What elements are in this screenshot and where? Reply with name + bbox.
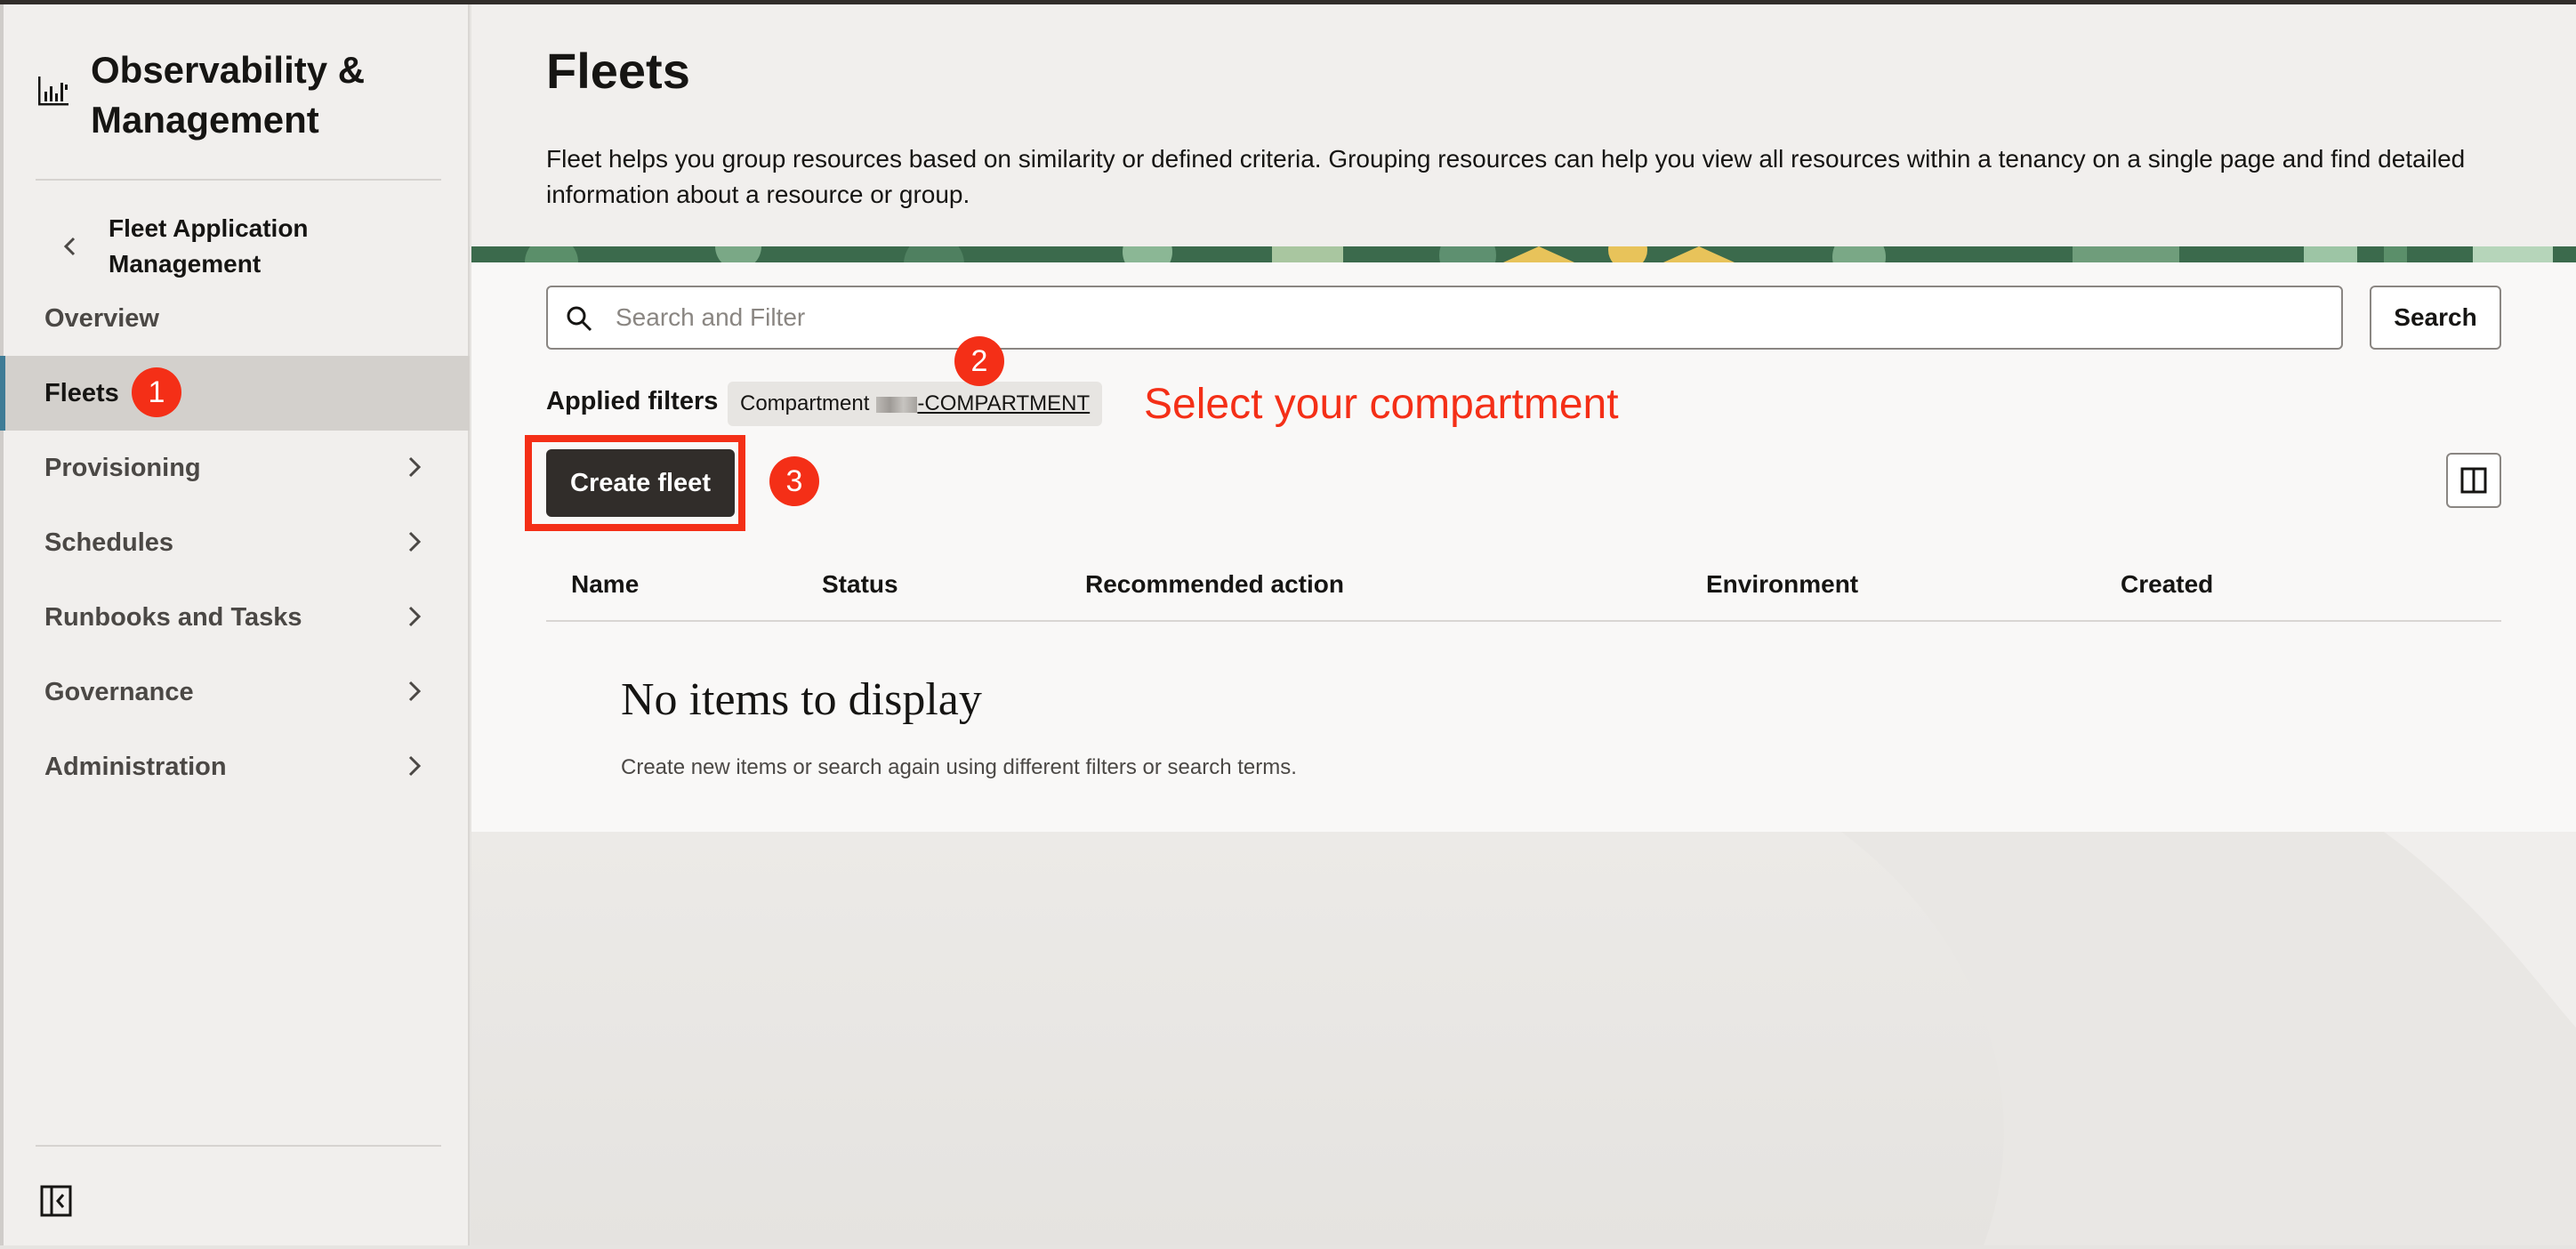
- columns-icon: [2460, 467, 2487, 494]
- column-header-name[interactable]: Name: [571, 570, 639, 599]
- sidebar-item-label: Overview: [44, 304, 159, 333]
- collapse-sidebar-icon[interactable]: [39, 1184, 73, 1218]
- search-icon: [567, 306, 592, 332]
- redacted-text: [876, 396, 918, 413]
- create-fleet-button[interactable]: Create fleet: [546, 449, 735, 517]
- search-button[interactable]: Search: [2370, 286, 2501, 350]
- column-header-environment[interactable]: Environment: [1706, 570, 1858, 599]
- sidebar: Observability & Management Fleet Applica…: [0, 4, 470, 1245]
- chevron-right-icon: [408, 531, 422, 552]
- sidebar-item-provisioning[interactable]: Provisioning: [4, 431, 470, 505]
- sidebar-item-runbooks-and-tasks[interactable]: Runbooks and Tasks: [4, 580, 470, 655]
- divider: [36, 1145, 441, 1147]
- column-header-status[interactable]: Status: [822, 570, 898, 599]
- decorative-background: [471, 832, 2576, 1245]
- sidebar-item-schedules[interactable]: Schedules: [4, 505, 470, 580]
- chevron-right-icon: [408, 606, 422, 627]
- sidebar-item-label: Provisioning: [44, 454, 201, 482]
- main-content: Fleets Fleet helps you group resources b…: [471, 4, 2576, 1245]
- annotation-marker-1: 1: [132, 367, 181, 417]
- chevron-right-icon: [408, 755, 422, 777]
- sidebar-item-overview[interactable]: Overview: [4, 281, 470, 356]
- sidebar-item-governance[interactable]: Governance: [4, 655, 470, 729]
- page-header: Fleets Fleet helps you group resources b…: [471, 4, 2576, 246]
- annotation-marker-2: 2: [954, 336, 1004, 386]
- chevron-right-icon: [408, 681, 422, 702]
- page-title: Fleets: [546, 43, 690, 99]
- search-placeholder: Search and Filter: [616, 303, 806, 331]
- compartment-filter-chip[interactable]: Compartment -COMPARTMENT: [728, 382, 1103, 426]
- sidebar-item-fleets[interactable]: Fleets: [0, 356, 470, 431]
- empty-state-title: No items to display: [621, 674, 982, 725]
- sidebar-item-label: Runbooks and Tasks: [44, 603, 302, 632]
- back-label: Fleet Application Management: [109, 214, 309, 278]
- filter-chip-value-text: -COMPARTMENT: [917, 391, 1091, 415]
- sidebar-item-label: Administration: [44, 753, 227, 781]
- column-header-recommended-action[interactable]: Recommended action: [1085, 570, 1344, 599]
- annotation-marker-3: 3: [769, 456, 819, 506]
- sidebar-item-label: Fleets: [44, 379, 119, 407]
- chevron-right-icon: [408, 456, 422, 478]
- column-layout-toggle[interactable]: [2446, 453, 2501, 508]
- annotation-callout: Select your compartment: [1144, 381, 1619, 428]
- sidebar-item-administration[interactable]: Administration: [4, 729, 470, 804]
- table-header: Name Status Recommended action Environme…: [546, 556, 2501, 622]
- chart-icon: [38, 77, 68, 106]
- divider: [36, 179, 441, 181]
- decorative-banner: [471, 246, 2576, 262]
- brand-title: Observability & Management: [91, 49, 366, 141]
- applied-filters-label: Applied filters: [546, 387, 719, 415]
- empty-state-message: Create new items or search again using d…: [621, 755, 1297, 779]
- filter-chip-value[interactable]: -COMPARTMENT: [876, 391, 1090, 415]
- column-header-created[interactable]: Created: [2121, 570, 2213, 599]
- chevron-left-icon: [63, 237, 76, 256]
- page-description: Fleet helps you group resources based on…: [546, 145, 2466, 208]
- filter-chip-key: Compartment: [740, 391, 870, 415]
- sidebar-item-label: Schedules: [44, 528, 174, 557]
- sidebar-item-label: Governance: [44, 678, 194, 706]
- search-input[interactable]: Search and Filter: [546, 286, 2343, 350]
- back-to-fleet-application-management[interactable]: Fleet Application Management: [36, 207, 454, 287]
